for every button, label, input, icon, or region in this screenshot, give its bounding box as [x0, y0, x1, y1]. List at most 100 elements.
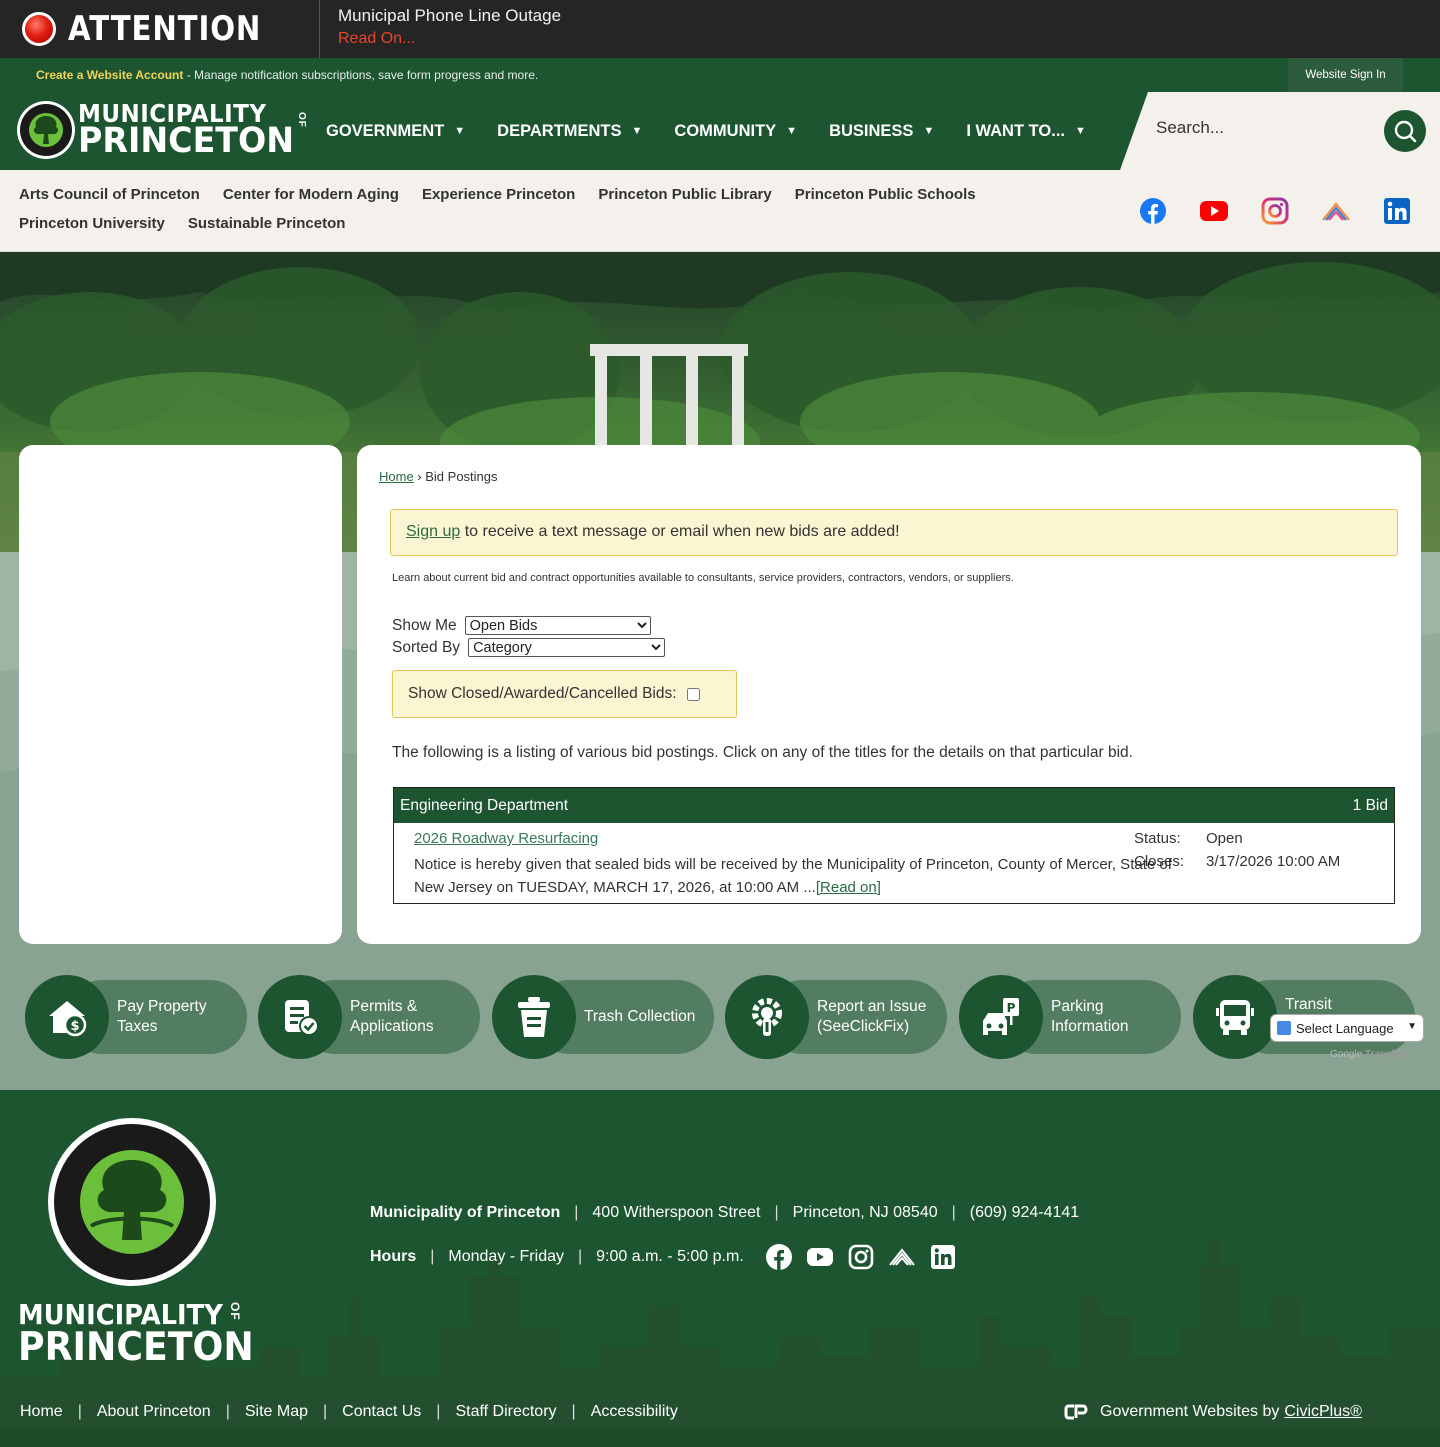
footer-link-staff-directory[interactable]: Staff Directory — [455, 1403, 556, 1421]
quick-link-public-schools[interactable]: Princeton Public Schools — [795, 186, 976, 203]
civicplus-credit: Government Websites by CivicPlus® — [1064, 1403, 1362, 1421]
facebook-icon[interactable] — [1138, 196, 1168, 226]
bid-read-on-link[interactable]: [Read on] — [816, 879, 881, 896]
quick-action-buttons: $ Pay Property Taxes Permits & Applicati… — [25, 975, 1425, 1059]
show-closed-checkbox[interactable] — [686, 687, 700, 701]
alert-bar: ATTENTION Municipal Phone Line Outage Re… — [0, 0, 1440, 58]
action-label: Parking Information — [1051, 998, 1129, 1035]
quick-link-experience-princeton[interactable]: Experience Princeton — [422, 186, 575, 203]
show-me-label: Show Me — [392, 616, 457, 634]
youtube-icon[interactable] — [1199, 196, 1229, 226]
footer-link-site-map[interactable]: Site Map — [245, 1403, 308, 1421]
alert-label: ATTENTION — [68, 9, 262, 49]
sorted-by-select[interactable]: Category — [468, 638, 666, 657]
alert-title[interactable]: Municipal Phone Line Outage — [338, 6, 561, 26]
footer-contact-row: Municipality of Princeton | 400 Withersp… — [370, 1204, 1079, 1222]
separator: | — [77, 1403, 82, 1420]
language-select-label: Select Language — [1296, 1020, 1394, 1036]
nav-business-label: BUSINESS — [829, 121, 914, 140]
flickr-icon[interactable] — [887, 1242, 917, 1272]
facebook-icon[interactable] — [764, 1242, 794, 1272]
action-label: Permits & Applications — [350, 998, 434, 1035]
account-bar: Create a Website Account - Manage notifi… — [0, 58, 1440, 92]
sorted-by-row: Sorted By Category — [392, 638, 666, 657]
bid-category-header: Engineering Department 1 Bid — [394, 788, 1394, 823]
linkedin-icon[interactable] — [1382, 196, 1412, 226]
account-description: - Manage notification subscriptions, sav… — [183, 68, 539, 82]
nav-government[interactable]: GOVERNMENT ▼ — [326, 122, 465, 141]
search-button[interactable] — [1384, 110, 1426, 152]
show-me-row: Show Me Open Bids — [392, 616, 651, 635]
youtube-icon[interactable] — [805, 1242, 835, 1272]
alert-icon — [22, 12, 56, 46]
signup-notice: Sign up to receive a text message or ema… — [390, 509, 1398, 556]
chevron-down-icon: ▼ — [1407, 1021, 1417, 1032]
bid-count: 1 Bid — [1352, 796, 1388, 814]
quick-links-bar: Arts Council of Princeton Center for Mod… — [0, 170, 1440, 252]
quick-link-sustainable-princeton[interactable]: Sustainable Princeton — [188, 215, 346, 232]
bid-status-value: Open — [1206, 830, 1243, 847]
instagram-icon[interactable] — [1260, 196, 1290, 226]
quick-links-row-1: Arts Council of Princeton Center for Mod… — [19, 186, 999, 203]
alert-message: Municipal Phone Line Outage Read On... — [338, 6, 561, 48]
logo-of: OF — [296, 112, 307, 128]
show-me-select[interactable]: Open Bids — [464, 616, 651, 635]
language-select[interactable]: Select Language ▼ — [1270, 1014, 1424, 1042]
footer-days: Monday - Friday — [448, 1248, 564, 1265]
civicplus-link[interactable]: CivicPlus® — [1284, 1403, 1362, 1421]
action-label: Pay Property Taxes — [117, 998, 207, 1035]
breadcrumb-home-link[interactable]: Home — [379, 469, 414, 484]
quick-link-public-library[interactable]: Princeton Public Library — [598, 186, 771, 203]
document-check-icon — [258, 975, 342, 1059]
nav-i-want-to[interactable]: I WANT TO... ▼ — [966, 122, 1086, 141]
svg-text:$: $ — [70, 1019, 79, 1034]
footer-org-name: Municipality of Princeton — [370, 1204, 561, 1221]
footer-name-line-2: PRINCETON — [18, 1324, 254, 1370]
create-account-link[interactable]: Create a Website Account — [36, 68, 183, 82]
bid-title-link[interactable]: 2026 Roadway Resurfacing — [414, 830, 598, 847]
website-sign-in-button[interactable]: Website Sign In — [1288, 58, 1403, 92]
learn-text: Learn about current bid and contract opp… — [392, 572, 1014, 584]
footer-city: Princeton, NJ 08540 — [792, 1204, 938, 1221]
flickr-icon[interactable] — [1321, 196, 1351, 226]
side-panel — [19, 445, 342, 944]
caret-down-icon: ▼ — [454, 125, 466, 137]
nav-community[interactable]: COMMUNITY ▼ — [674, 122, 797, 141]
separator: | — [323, 1403, 328, 1420]
quick-link-princeton-university[interactable]: Princeton University — [19, 215, 165, 232]
alert-label-area: ATTENTION — [0, 0, 320, 58]
bid-description-text: Notice is hereby given that sealed bids … — [414, 856, 1172, 896]
breadcrumb: Home › Bid Postings — [379, 469, 498, 484]
instagram-icon[interactable] — [846, 1242, 876, 1272]
footer-link-contact[interactable]: Contact Us — [342, 1403, 421, 1421]
footer-street: 400 Witherspoon Street — [592, 1204, 761, 1221]
caret-down-icon: ▼ — [786, 125, 798, 137]
alert-read-on-link[interactable]: Read On... — [338, 30, 561, 48]
nav-departments-label: DEPARTMENTS — [497, 121, 622, 140]
caret-down-icon: ▼ — [631, 125, 643, 137]
footer-hours-label: Hours — [370, 1248, 417, 1265]
footer-link-home[interactable]: Home — [20, 1403, 63, 1421]
footer-link-accessibility[interactable]: Accessibility — [591, 1403, 678, 1421]
nav-departments[interactable]: DEPARTMENTS ▼ — [497, 122, 642, 141]
show-closed-label: Show Closed/Awarded/Cancelled Bids: — [408, 685, 677, 702]
separator: | — [951, 1204, 956, 1221]
signup-link[interactable]: Sign up — [406, 523, 460, 540]
quick-link-modern-aging[interactable]: Center for Modern Aging — [223, 186, 399, 203]
bid-category-table: Engineering Department 1 Bid 2026 Roadwa… — [393, 787, 1395, 904]
nav-i-want-to-label: I WANT TO... — [966, 121, 1066, 140]
separator: | — [774, 1204, 779, 1221]
quick-link-arts-council[interactable]: Arts Council of Princeton — [19, 186, 200, 203]
search-input[interactable] — [1156, 118, 1366, 138]
footer-phone[interactable]: (609) 924-4141 — [970, 1204, 1079, 1222]
footer-social-links — [764, 1242, 969, 1272]
separator: | — [571, 1403, 576, 1420]
nav-business[interactable]: BUSINESS ▼ — [829, 122, 934, 141]
footer-links: Home | About Princeton | Site Map | Cont… — [20, 1403, 678, 1421]
footer-link-about[interactable]: About Princeton — [97, 1403, 211, 1421]
site-logo[interactable]: MUNICIPALITY PRINCETON OF — [16, 100, 307, 160]
linkedin-icon[interactable] — [928, 1242, 958, 1272]
wrench-gear-icon — [725, 975, 809, 1059]
signup-text: to receive a text message or email when … — [460, 523, 900, 540]
bid-closes-label: Closes: — [1134, 853, 1185, 870]
